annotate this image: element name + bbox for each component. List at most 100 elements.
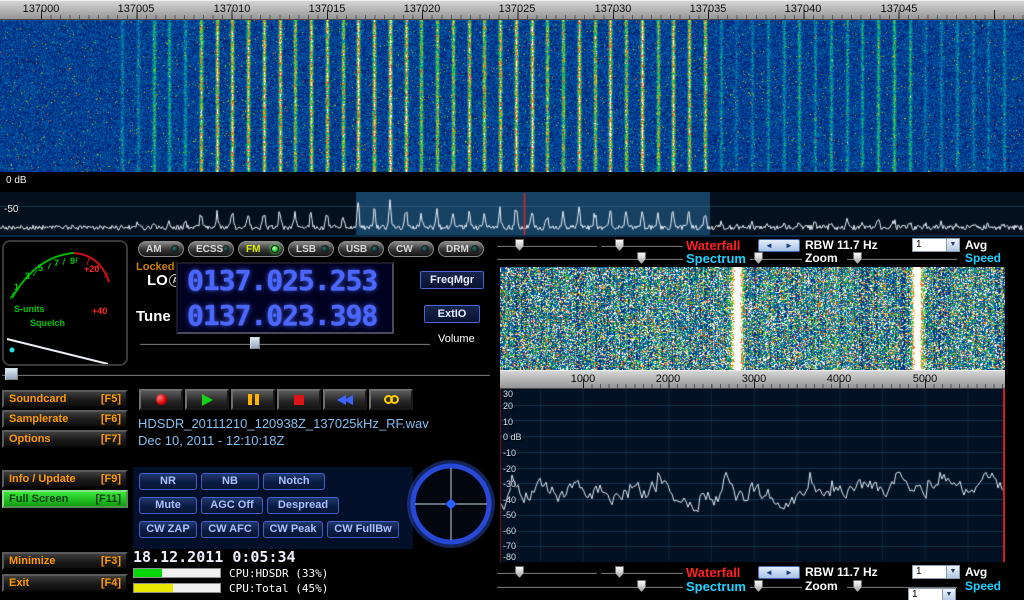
audio-tick-label: 2000 — [643, 373, 693, 385]
slider-thumb[interactable] — [615, 239, 624, 251]
cw-zap-button[interactable]: CW ZAP — [139, 521, 197, 538]
spectrum-amplitude-slider-2[interactable] — [497, 580, 683, 593]
phase-indicator[interactable]: Phase 0 — [406, 459, 496, 549]
cpu-total-fill — [134, 584, 173, 592]
waterfall-pager-2[interactable]: ◄ ► — [758, 566, 800, 579]
options-button[interactable]: Options [F7] — [2, 430, 128, 448]
exit-button[interactable]: Exit [F4] — [2, 574, 128, 592]
spectrum-amplitude-slider[interactable] — [497, 252, 683, 265]
cw-afc-button[interactable]: CW AFC — [201, 521, 259, 538]
audio-waterfall[interactable] — [500, 267, 1005, 370]
s-meter-graphic — [4, 242, 126, 364]
squelch-slider-thumb[interactable] — [5, 368, 18, 380]
soundcard-button[interactable]: Soundcard [F5] — [2, 390, 128, 408]
samplerate-button[interactable]: Samplerate [F6] — [2, 410, 128, 428]
minimize-label: Minimize — [9, 555, 55, 567]
pause-button[interactable] — [231, 389, 275, 410]
audio-frequency-scale[interactable]: 1000 2000 3000 4000 5000 — [500, 370, 1005, 389]
mode-button-lsb[interactable]: LSB — [288, 241, 334, 257]
slider-thumb[interactable] — [853, 580, 862, 592]
speed-slider[interactable] — [847, 252, 957, 265]
squelch-label: Squelch — [30, 318, 65, 328]
mode-button-am[interactable]: AM — [138, 241, 184, 257]
slider-thumb[interactable] — [853, 252, 862, 264]
audio-spectrum[interactable]: 30 20 10 0 dB -10 -20 -30 -40 -50 -60 -7… — [500, 389, 1005, 562]
db-label: 10 — [503, 417, 513, 427]
extio-button[interactable]: ExtIO — [424, 305, 480, 323]
avg-label: Avg — [965, 238, 987, 252]
s-meter-tick-5: 5 — [38, 263, 43, 273]
slider-thumb[interactable] — [637, 252, 646, 264]
dropdown-arrow-icon[interactable]: ▼ — [946, 239, 959, 251]
volume-slider-thumb[interactable] — [250, 337, 260, 349]
main-waterfall[interactable] — [0, 0, 1024, 172]
waterfall-brightness-slider-2[interactable] — [497, 566, 597, 579]
phase-dial — [406, 459, 496, 549]
rewind-button[interactable] — [323, 389, 367, 410]
play-button[interactable] — [185, 389, 229, 410]
frequency-scale[interactable]: 137000 137005 137010 137015 137020 13702… — [0, 0, 1024, 20]
record-button[interactable] — [139, 389, 183, 410]
left-arrow-icon[interactable]: ◄ — [765, 568, 773, 577]
s-meter-tick-p40: +40 — [92, 306, 107, 316]
agc-button[interactable]: AGC Off — [201, 497, 263, 514]
cpu-hdsdr-label: CPU:HDSDR (33%) — [229, 567, 328, 580]
mode-button-cw[interactable]: CW — [388, 241, 434, 257]
mode-button-usb[interactable]: USB — [338, 241, 384, 257]
waterfall-brightness-slider[interactable] — [497, 239, 597, 252]
main-spectrum-canvas[interactable] — [0, 192, 1024, 235]
waterfall-pager[interactable]: ◄ ► — [758, 239, 800, 252]
main-spectrum-db-50: -50 — [4, 204, 18, 215]
waterfall-contrast-slider[interactable] — [601, 239, 683, 252]
minimize-button[interactable]: Minimize [F3] — [2, 552, 128, 570]
mute-button[interactable]: Mute — [139, 497, 197, 514]
mode-led-icon — [371, 245, 379, 253]
freqmgr-button[interactable]: FreqMgr — [420, 271, 484, 289]
slider-thumb[interactable] — [637, 580, 646, 592]
slider-thumb[interactable] — [615, 566, 624, 578]
audio-tick-label: 1000 — [558, 373, 608, 385]
fullscreen-button[interactable]: Full Screen [F11] — [2, 490, 128, 508]
db-label: -20 — [503, 464, 516, 474]
mode-button-fm[interactable]: FM — [238, 241, 284, 257]
despread-button[interactable]: Despread — [267, 497, 339, 514]
mode-button-ecss[interactable]: ECSS — [188, 241, 234, 257]
cw-peak-button[interactable]: CW Peak — [263, 521, 323, 538]
main-spectrum[interactable] — [0, 192, 1024, 235]
left-arrow-icon[interactable]: ◄ — [765, 241, 773, 250]
avg-select[interactable]: 1 ▼ — [912, 238, 960, 252]
slider-track — [847, 257, 957, 260]
db-label: 30 — [503, 389, 513, 399]
stop-button[interactable] — [277, 389, 321, 410]
tune-frequency-digits[interactable]: 0137.023.398 — [187, 300, 377, 332]
dropdown-arrow-icon[interactable]: ▼ — [946, 566, 959, 578]
recording-datetime: Dec 10, 2011 - 12:10:18Z — [138, 433, 284, 448]
loop-button[interactable] — [369, 389, 413, 410]
notch-button[interactable]: Notch — [263, 473, 325, 490]
right-arrow-icon[interactable]: ► — [785, 568, 793, 577]
slider-thumb[interactable] — [515, 239, 524, 251]
slider-thumb[interactable] — [754, 580, 763, 592]
mode-button-drm[interactable]: DRM — [438, 241, 484, 257]
date-time-display: 18.12.2011 0:05:34 — [133, 548, 305, 566]
info-update-button[interactable]: Info / Update [F9] — [2, 470, 128, 488]
speed-select[interactable]: 1 ▼ — [908, 588, 956, 600]
audio-spectrum-canvas[interactable] — [500, 389, 1005, 562]
zoom-slider-2[interactable] — [750, 580, 802, 593]
lo-frequency-digits[interactable]: 0137.025.253 — [187, 265, 377, 297]
avg-select-2[interactable]: 1 ▼ — [912, 565, 960, 579]
volume-slider[interactable] — [140, 337, 430, 350]
frequency-display[interactable]: 0137.025.253 0137.023.398 — [176, 262, 394, 334]
nr-button[interactable]: NR — [139, 473, 197, 490]
cw-fullbw-button[interactable]: CW FullBw — [327, 521, 399, 538]
spectrum-label: Spectrum — [686, 251, 746, 266]
waterfall-contrast-slider-2[interactable] — [601, 566, 683, 579]
zoom-slider[interactable] — [750, 252, 802, 265]
right-arrow-icon[interactable]: ► — [785, 241, 793, 250]
dropdown-arrow-icon[interactable]: ▼ — [942, 589, 955, 600]
nb-button[interactable]: NB — [201, 473, 259, 490]
slider-thumb[interactable] — [515, 566, 524, 578]
mode-label: DRM — [446, 244, 469, 255]
squelch-slider[interactable] — [2, 368, 490, 381]
slider-thumb[interactable] — [754, 252, 763, 264]
